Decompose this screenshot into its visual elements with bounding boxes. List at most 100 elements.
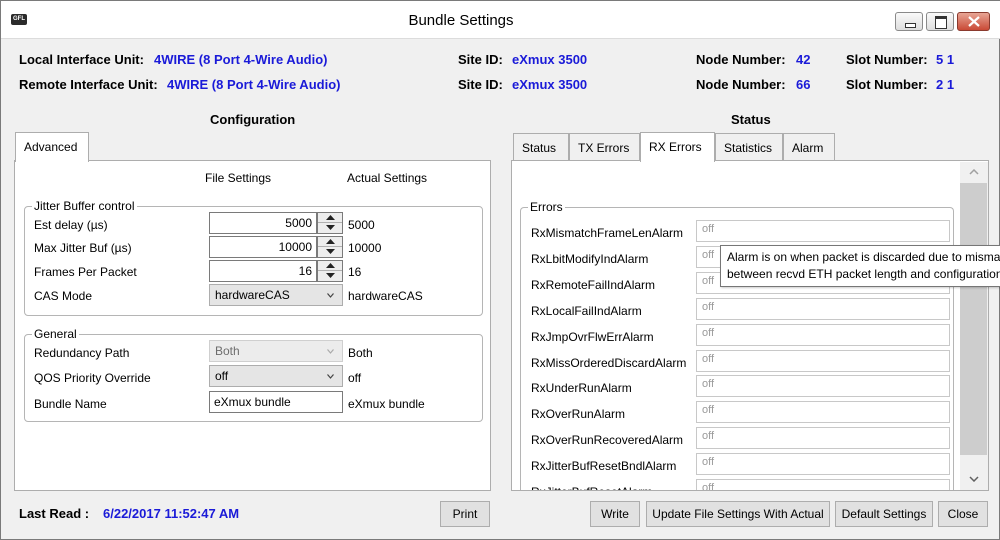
status-title: Status (731, 112, 771, 127)
error-label: RxJitterBufResetAlarm (531, 485, 652, 490)
maximize-button[interactable] (926, 12, 954, 31)
qos-priority-select[interactable]: off (209, 365, 343, 387)
error-label: RxUnderRunAlarm (531, 381, 632, 395)
local-node-label: Node Number: (696, 52, 786, 67)
redundancy-path-label: Redundancy Path (34, 346, 130, 360)
max-jitter-label: Max Jitter Buf (µs) (34, 241, 132, 255)
remote-site-id-label: Site ID: (458, 77, 503, 92)
tab-tx-errors[interactable]: TX Errors (569, 133, 640, 161)
spin-up-icon[interactable] (318, 261, 342, 271)
tab-advanced[interactable]: Advanced (15, 132, 89, 162)
remote-slot-label: Slot Number: (846, 77, 928, 92)
max-jitter-spinner[interactable] (317, 236, 343, 258)
bundle-name-actual: eXmux bundle (348, 397, 425, 411)
actual-settings-header: Actual Settings (347, 171, 428, 185)
error-value: off (696, 401, 950, 423)
max-jitter-actual: 10000 (348, 241, 382, 255)
scroll-up-icon (969, 169, 979, 175)
error-label: RxJmpOvrFlwErrAlarm (531, 330, 654, 344)
remote-interface-label: Remote Interface Unit: (19, 77, 158, 92)
tooltip-line-2: between recvd ETH packet length and conf… (727, 267, 1000, 281)
spin-up-icon[interactable] (318, 213, 342, 223)
default-settings-button[interactable]: Default Settings (835, 501, 933, 527)
tab-statistics[interactable]: Statistics (715, 133, 783, 161)
local-interface-value: 4WIRE (8 Port 4-Wire Audio) (154, 52, 328, 67)
last-read-label: Last Read : (19, 506, 90, 521)
remote-interface-value: 4WIRE (8 Port 4-Wire Audio) (167, 77, 341, 92)
error-label: RxOverRunRecoveredAlarm (531, 433, 684, 447)
chevron-down-icon (327, 293, 334, 298)
local-site-id-label: Site ID: (458, 52, 503, 67)
errors-legend: Errors (528, 200, 565, 214)
error-label: RxMismatchFrameLenAlarm (531, 226, 684, 240)
qos-priority-value: off (215, 369, 229, 383)
frames-per-packet-label: Frames Per Packet (34, 265, 137, 279)
update-file-settings-button[interactable]: Update File Settings With Actual (646, 501, 830, 527)
chevron-down-icon (327, 349, 334, 354)
scroll-up-button[interactable] (960, 162, 988, 183)
error-value: off (696, 350, 950, 372)
jitter-buffer-group: Jitter Buffer control Est delay (µs) 500… (24, 199, 483, 316)
spin-down-icon[interactable] (318, 271, 342, 281)
bundle-settings-window: GFL Bundle Settings Local Interface Unit… (0, 0, 1000, 540)
local-slot-value: 5 1 (936, 52, 955, 67)
frames-per-packet-input[interactable]: 16 (209, 260, 317, 282)
error-value: off (696, 375, 950, 397)
close-window-button[interactable] (957, 12, 990, 31)
remote-node-label: Node Number: (696, 77, 786, 92)
chevron-down-icon (327, 374, 334, 379)
remote-site-id-value: eXmux 3500 (512, 77, 588, 92)
est-delay-spinner[interactable] (317, 212, 343, 234)
cas-mode-actual: hardwareCAS (348, 289, 423, 303)
error-label: RxLbitModifyIndAlarm (531, 252, 649, 266)
cas-mode-value: hardwareCAS (215, 288, 290, 302)
print-button[interactable]: Print (440, 501, 490, 527)
scroll-down-button[interactable] (960, 469, 988, 490)
remote-node-value: 66 (796, 77, 811, 92)
cas-mode-select[interactable]: hardwareCAS (209, 284, 343, 306)
tab-status[interactable]: Status (513, 133, 569, 161)
cas-mode-label: CAS Mode (34, 289, 93, 303)
scroll-thumb[interactable] (960, 183, 987, 455)
close-button[interactable]: Close (938, 501, 988, 527)
error-value: off (696, 220, 950, 242)
error-value: off (696, 324, 950, 346)
qos-priority-actual: off (348, 371, 362, 385)
remote-slot-value: 2 1 (936, 77, 955, 92)
spin-up-icon[interactable] (318, 237, 342, 247)
title-bar: GFL Bundle Settings (1, 1, 1000, 39)
tooltip-line-1: Alarm is on when packet is discarded due… (727, 250, 1000, 264)
minimize-button[interactable] (895, 12, 923, 31)
bundle-name-input[interactable]: eXmux bundle (209, 391, 343, 413)
write-button[interactable]: Write (590, 501, 640, 527)
local-slot-label: Slot Number: (846, 52, 928, 67)
local-node-value: 42 (796, 52, 811, 67)
error-value: off (696, 427, 950, 449)
error-value: off (696, 298, 950, 320)
local-interface-label: Local Interface Unit: (19, 52, 144, 67)
close-icon (968, 16, 980, 27)
frames-per-packet-actual: 16 (348, 265, 362, 279)
error-label: RxJitterBufResetBndlAlarm (531, 459, 677, 473)
error-label: RxMissOrderedDiscardAlarm (531, 356, 687, 370)
est-delay-label: Est delay (µs) (34, 218, 108, 232)
alarm-tooltip: Alarm is on when packet is discarded due… (720, 245, 1000, 287)
frames-per-packet-spinner[interactable] (317, 260, 343, 282)
bundle-name-label: Bundle Name (34, 397, 107, 411)
spin-down-icon[interactable] (318, 247, 342, 257)
file-settings-header: File Settings (205, 171, 272, 185)
general-group: General Redundancy Path Both Both QOS Pr… (24, 327, 483, 422)
error-label: RxRemoteFailIndAlarm (531, 278, 656, 292)
est-delay-actual: 5000 (348, 218, 375, 232)
configuration-title: Configuration (210, 112, 296, 127)
est-delay-input[interactable]: 5000 (209, 212, 317, 234)
tab-rx-errors[interactable]: RX Errors (640, 132, 715, 162)
vertical-scrollbar[interactable] (960, 162, 988, 490)
local-site-id-value: eXmux 3500 (512, 52, 588, 67)
spin-down-icon[interactable] (318, 223, 342, 233)
error-value: off (696, 479, 950, 490)
tab-alarm[interactable]: Alarm (783, 133, 835, 161)
max-jitter-input[interactable]: 10000 (209, 236, 317, 258)
general-legend: General (32, 327, 79, 341)
redundancy-path-actual: Both (348, 346, 373, 360)
